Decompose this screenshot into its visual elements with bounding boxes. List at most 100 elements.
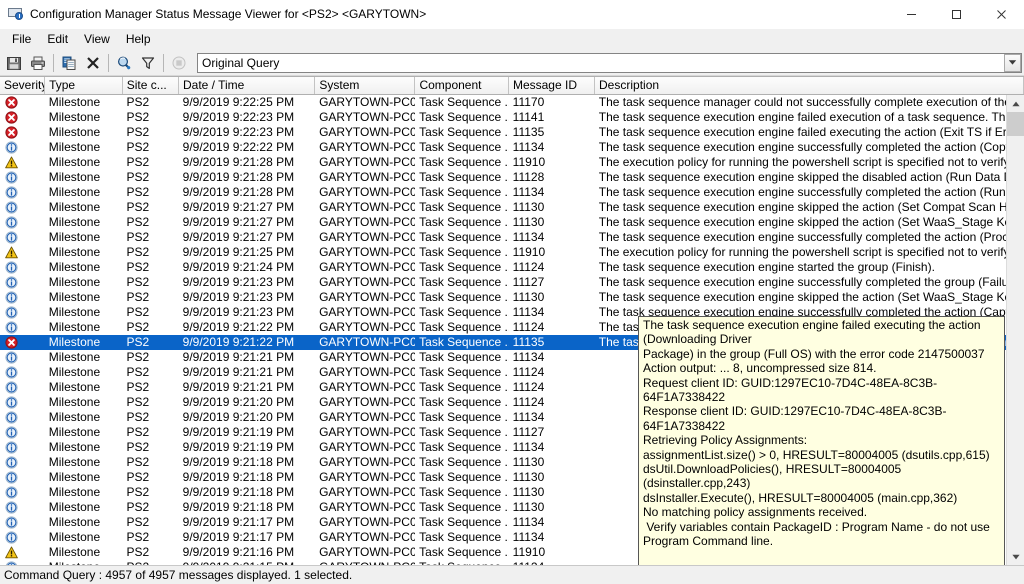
- query-combobox[interactable]: Original Query: [197, 53, 1022, 73]
- table-row[interactable]: MilestonePS29/9/2019 9:21:27 PMGARYTOWN-…: [0, 215, 1024, 230]
- status-bar: Command Query : 4957 of 4957 messages di…: [0, 565, 1024, 584]
- menu-item-edit[interactable]: Edit: [39, 30, 76, 49]
- warning-icon: [5, 156, 18, 169]
- severity-cell: [0, 261, 45, 274]
- cell-component: Task Sequence ...: [415, 395, 509, 410]
- save-button[interactable]: [2, 52, 26, 74]
- information-icon: [5, 396, 18, 409]
- cell-type: Milestone: [45, 470, 123, 485]
- copy-button[interactable]: [57, 52, 81, 74]
- table-row[interactable]: MilestonePS29/9/2019 9:22:25 PMGARYTOWN-…: [0, 95, 1024, 110]
- cell-datetime: 9/9/2019 9:21:27 PM: [179, 200, 315, 215]
- filter-button[interactable]: [136, 52, 160, 74]
- cell-system: GARYTOWN-PC07: [315, 380, 415, 395]
- table-row[interactable]: MilestonePS29/9/2019 9:21:28 PMGARYTOWN-…: [0, 185, 1024, 200]
- cell-description: The execution policy for running the pow…: [595, 155, 1024, 170]
- table-row[interactable]: MilestonePS29/9/2019 9:21:24 PMGARYTOWN-…: [0, 260, 1024, 275]
- table-row[interactable]: MilestonePS29/9/2019 9:21:23 PMGARYTOWN-…: [0, 290, 1024, 305]
- chevron-down-icon[interactable]: [1004, 54, 1021, 72]
- table-row[interactable]: MilestonePS29/9/2019 9:21:28 PMGARYTOWN-…: [0, 170, 1024, 185]
- cell-component: Task Sequence ...: [415, 200, 509, 215]
- cell-datetime: 9/9/2019 9:21:17 PM: [179, 530, 315, 545]
- cell-component: Task Sequence ...: [415, 155, 509, 170]
- cell-description: The task sequence execution engine skipp…: [595, 215, 1024, 230]
- table-row[interactable]: MilestonePS29/9/2019 9:22:22 PMGARYTOWN-…: [0, 140, 1024, 155]
- cell-datetime: 9/9/2019 9:21:17 PM: [179, 515, 315, 530]
- grid-column-header[interactable]: System: [315, 77, 415, 94]
- menu-item-file[interactable]: File: [4, 30, 39, 49]
- table-row[interactable]: MilestonePS29/9/2019 9:22:23 PMGARYTOWN-…: [0, 110, 1024, 125]
- menu-item-view[interactable]: View: [76, 30, 118, 49]
- stop-button[interactable]: [167, 52, 191, 74]
- error-icon: [5, 111, 18, 124]
- detail-line: Package) in the group (Full OS) with the…: [643, 347, 1000, 361]
- close-button[interactable]: [979, 0, 1024, 28]
- grid-column-header[interactable]: Component: [415, 77, 509, 94]
- cell-datetime: 9/9/2019 9:21:16 PM: [179, 545, 315, 560]
- table-row[interactable]: MilestonePS29/9/2019 9:22:23 PMGARYTOWN-…: [0, 125, 1024, 140]
- scroll-up-button[interactable]: [1007, 95, 1024, 112]
- severity-cell: [0, 531, 45, 544]
- print-button[interactable]: [26, 52, 50, 74]
- grid-column-header[interactable]: Site c...: [123, 77, 179, 94]
- grid-header-row: SeverityTypeSite c...Date / TimeSystemCo…: [0, 77, 1024, 95]
- maximize-button[interactable]: [934, 0, 979, 28]
- cell-site: PS2: [122, 455, 178, 470]
- table-row[interactable]: MilestonePS29/9/2019 9:21:23 PMGARYTOWN-…: [0, 275, 1024, 290]
- cell-site: PS2: [122, 395, 178, 410]
- cell-site: PS2: [122, 275, 178, 290]
- cell-type: Milestone: [45, 485, 123, 500]
- cell-component: Task Sequence ...: [415, 545, 509, 560]
- cell-component: Task Sequence ...: [415, 170, 509, 185]
- information-icon: [5, 231, 18, 244]
- scroll-down-button[interactable]: [1007, 548, 1024, 565]
- cell-site: PS2: [122, 470, 178, 485]
- window-controls: [889, 0, 1024, 28]
- information-icon: [5, 501, 18, 514]
- cell-site: PS2: [122, 440, 178, 455]
- information-icon: [5, 411, 18, 424]
- grid-column-header[interactable]: Date / Time: [179, 77, 315, 94]
- severity-cell: [0, 426, 45, 439]
- vertical-scrollbar[interactable]: [1006, 95, 1024, 565]
- information-icon: [5, 456, 18, 469]
- cell-message_id: 11130: [509, 470, 595, 485]
- find-button[interactable]: [112, 52, 136, 74]
- grid-column-header[interactable]: Description: [595, 77, 1024, 94]
- cell-datetime: 9/9/2019 9:21:27 PM: [179, 230, 315, 245]
- cell-system: GARYTOWN-PC07: [315, 260, 415, 275]
- detail-line: No matching policy assignments received.: [643, 505, 1000, 519]
- printer-icon: [30, 55, 46, 71]
- cell-system: GARYTOWN-PC07: [315, 395, 415, 410]
- cell-message_id: 11124: [509, 260, 595, 275]
- cell-component: Task Sequence ...: [415, 440, 509, 455]
- cell-site: PS2: [122, 290, 178, 305]
- severity-cell: [0, 351, 45, 364]
- cell-system: GARYTOWN-PC07: [315, 170, 415, 185]
- grid-column-header[interactable]: Severity: [0, 77, 45, 94]
- detail-line: [643, 549, 1000, 563]
- cell-site: PS2: [122, 185, 178, 200]
- minimize-button[interactable]: [889, 0, 934, 28]
- table-row[interactable]: MilestonePS29/9/2019 9:21:27 PMGARYTOWN-…: [0, 230, 1024, 245]
- information-icon: [5, 351, 18, 364]
- query-input[interactable]: Original Query: [198, 56, 1004, 70]
- scrollbar-thumb[interactable]: [1007, 112, 1024, 136]
- delete-button[interactable]: [81, 52, 105, 74]
- table-row[interactable]: MilestonePS29/9/2019 9:21:28 PMGARYTOWN-…: [0, 155, 1024, 170]
- cell-site: PS2: [122, 320, 178, 335]
- detail-line: dsInstaller.Execute(), HRESULT=80004005 …: [643, 491, 1000, 505]
- grid-column-header[interactable]: Type: [45, 77, 123, 94]
- table-row[interactable]: MilestonePS29/9/2019 9:21:27 PMGARYTOWN-…: [0, 200, 1024, 215]
- cell-component: Task Sequence ...: [415, 215, 509, 230]
- cell-component: Task Sequence ...: [415, 110, 509, 125]
- cell-message_id: 11130: [509, 500, 595, 515]
- cell-message_id: 11134: [509, 305, 595, 320]
- table-row[interactable]: MilestonePS29/9/2019 9:21:25 PMGARYTOWN-…: [0, 245, 1024, 260]
- menu-item-help[interactable]: Help: [118, 30, 159, 49]
- cell-type: Milestone: [45, 365, 123, 380]
- cell-component: Task Sequence ...: [415, 560, 509, 565]
- grid-column-header[interactable]: Message ID: [509, 77, 595, 94]
- cell-message_id: 11134: [509, 140, 595, 155]
- detail-line: Retrieving Policy Assignments:: [643, 433, 1000, 447]
